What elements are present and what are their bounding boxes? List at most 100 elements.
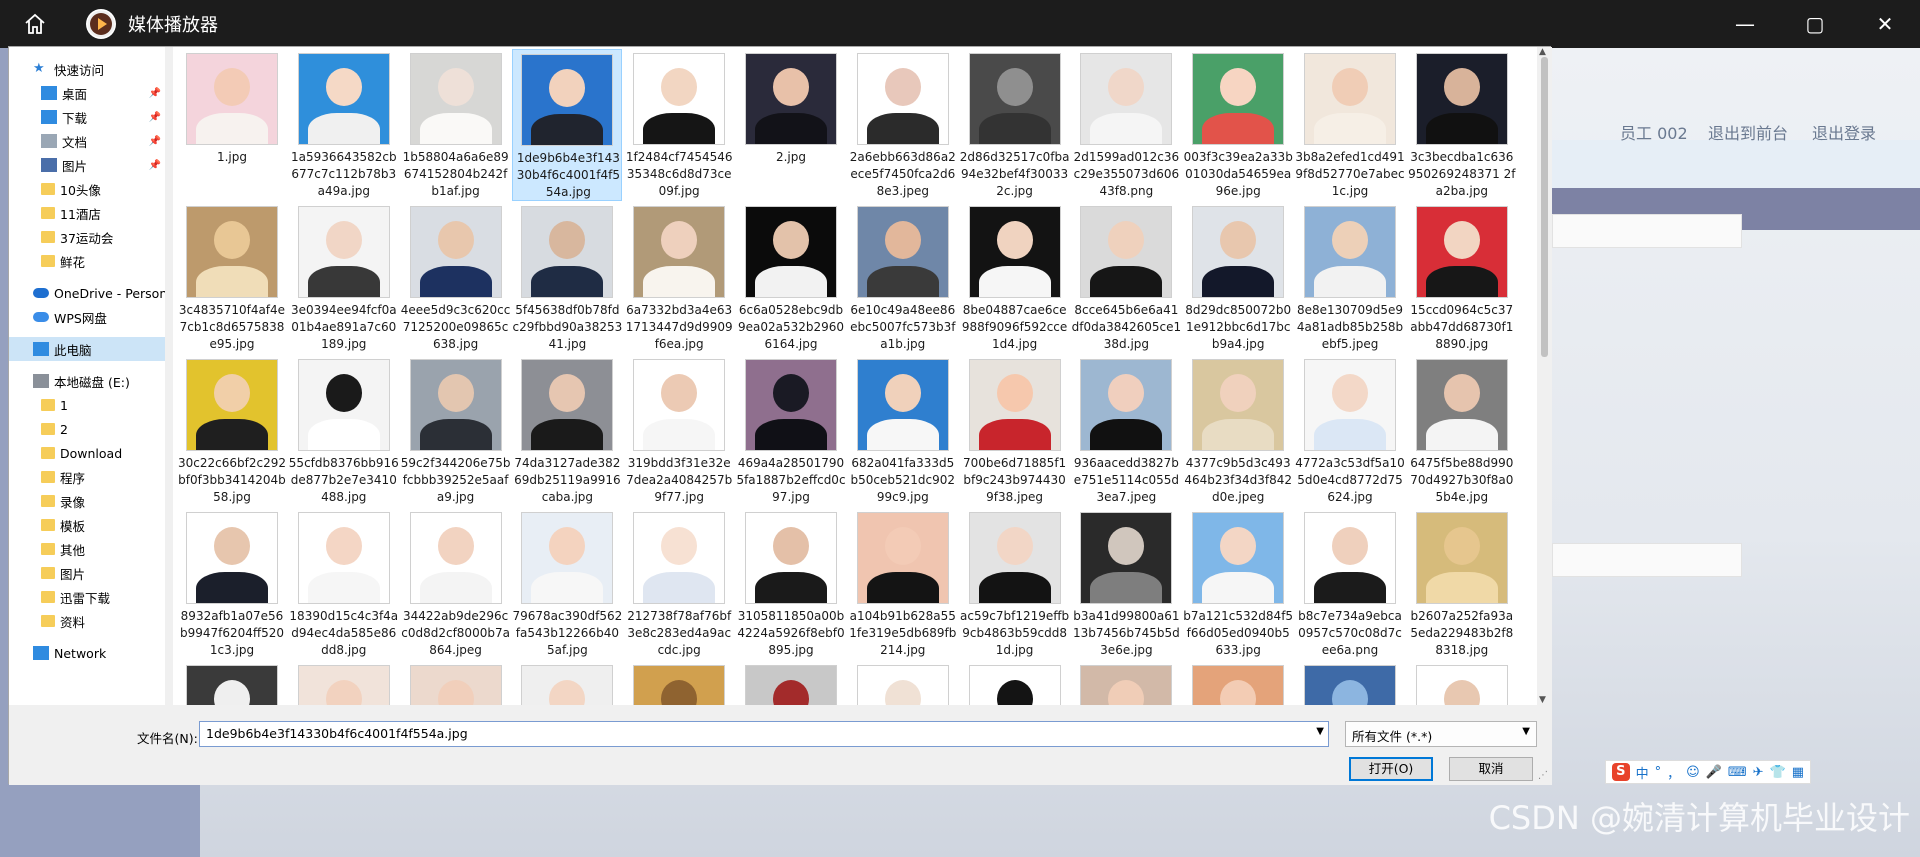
file-tile[interactable]: 8e8e130709d5e94a81adb85b258bebf5.jpeg [1295, 202, 1405, 354]
scroll-down-icon[interactable]: ▼ [1539, 695, 1546, 705]
file-tile[interactable] [401, 661, 511, 705]
file-tile[interactable]: 212738f78af76bf3e8c283ed4a9accdc.jpg [624, 508, 734, 660]
vertical-scrollbar[interactable]: ▲ ▼ [1537, 47, 1552, 705]
open-button[interactable]: 打开(O) [1349, 757, 1433, 781]
file-tile[interactable] [736, 661, 846, 705]
filetype-select[interactable]: 所有文件 (*.*) ▼ [1345, 721, 1537, 747]
ime-comma-icon[interactable]: ， [1667, 763, 1680, 782]
file-tile[interactable] [177, 661, 287, 705]
file-tile[interactable]: 8d29dc850072b01e912bbc6d17bcb9a4.jpg [1183, 202, 1293, 354]
file-tile[interactable]: 3b8a2efed1cd4919f8d52770e7abec1c.jpg [1295, 49, 1405, 201]
file-tile[interactable]: 4eee5d9c3c620cc7125200e09865c638.jpg [401, 202, 511, 354]
pin-icon[interactable]: 📌 [149, 136, 161, 147]
ime-lang-toggle[interactable]: 中 [1636, 763, 1649, 782]
file-tile[interactable]: 682a041fa333d5b50ceb521dc90299c9.jpg [848, 355, 958, 507]
ime-grid-icon[interactable]: ▦ [1792, 765, 1804, 780]
file-tile[interactable]: 3105811850a00b4224a5926f8ebf0895.jpg [736, 508, 846, 660]
file-tile[interactable]: b8c7e734a9ebca0957c570c08d7cee6a.png [1295, 508, 1405, 660]
filename-input[interactable]: 1de9b6b4e3f14330b4f6c4001f4f554a.jpg ▼ [199, 721, 1329, 747]
sidebar-item[interactable]: 图片 📌 [9, 153, 165, 177]
ime-emoji-icon[interactable]: ☺ [1686, 765, 1700, 780]
file-tile[interactable]: 8932afb1a07e56b9947f6204ff5201c3.jpg [177, 508, 287, 660]
ime-keyboard-icon[interactable]: ⌨ [1728, 765, 1747, 780]
file-tile[interactable]: ac59c7bf1219effb9cb4863b59cdd81d.jpg [960, 508, 1070, 660]
file-tile[interactable] [624, 661, 734, 705]
ime-toolbar[interactable]: S 中 ° ， ☺ 🎤 ⌨ ✈ 👕 ▦ [1605, 760, 1811, 784]
back-to-front-link[interactable]: 退出到前台 [1708, 120, 1788, 144]
sidebar-item[interactable]: 本地磁盘 (E:) [9, 369, 165, 393]
ime-punct-icon[interactable]: ° [1655, 765, 1662, 780]
file-tile[interactable] [1071, 661, 1181, 705]
chevron-down-icon[interactable]: ▼ [1522, 726, 1530, 737]
navigation-pane[interactable]: ★ 快速访问 桌面 📌 下载 📌 文档 📌 图片 📌 10头像 11酒店 37运动会 鲜花 OneDrive… [9, 47, 165, 705]
file-tile[interactable]: 3c3becdba1c636950269248371 2fa2ba.jpg [1407, 49, 1517, 201]
cancel-button[interactable]: 取消 [1449, 757, 1533, 781]
file-tile[interactable]: 4772a3c53df5a105d0e4cd8772d75624.jpg [1295, 355, 1405, 507]
file-tile[interactable] [512, 661, 622, 705]
file-tile[interactable] [960, 661, 1070, 705]
sidebar-item[interactable]: Download [9, 441, 165, 465]
file-tile[interactable]: 319bdd3f31e32e7dea2a4084257b9f77.jpg [624, 355, 734, 507]
sidebar-item[interactable]: 模板 [9, 513, 165, 537]
file-tile[interactable]: 6a7332bd3a4e631713447d9d9909f6ea.jpg [624, 202, 734, 354]
file-tile[interactable]: 1b58804a6a6e89674152804b242fb1af.jpg [401, 49, 511, 201]
resize-grip-icon[interactable]: ⋰ [1538, 770, 1548, 781]
sidebar-item[interactable]: Network [9, 641, 165, 665]
sidebar-item[interactable]: 桌面 📌 [9, 81, 165, 105]
sidebar-item[interactable]: 此电脑 [9, 337, 165, 361]
sidebar-item[interactable]: 程序 [9, 465, 165, 489]
file-tile[interactable] [1407, 661, 1517, 705]
sidebar-item[interactable]: 10头像 [9, 177, 165, 201]
file-tile[interactable]: 4377c9b5d3c493464b23f34d3f842d0e.jpeg [1183, 355, 1293, 507]
file-tile[interactable]: 2d1599ad012c36c29e355073d60643f8.png [1071, 49, 1181, 201]
file-tile[interactable]: 59c2f344206e75bfcbbb39252e5aafa9.jpg [401, 355, 511, 507]
close-button[interactable]: ✕ [1850, 0, 1920, 48]
sidebar-item[interactable]: 图片 [9, 561, 165, 585]
pin-icon[interactable]: 📌 [149, 88, 161, 99]
file-tile[interactable]: 55cfdb8376bb916de877b2e7e3410488.jpg [289, 355, 399, 507]
file-tile[interactable]: 2.jpg [736, 49, 846, 201]
sidebar-item[interactable]: 资料 [9, 609, 165, 633]
sidebar-item[interactable]: 其他 [9, 537, 165, 561]
sogou-icon[interactable]: S [1612, 763, 1630, 781]
file-tile[interactable] [289, 661, 399, 705]
file-tile[interactable]: 3e0394ee94fcf0a01b4ae891a7c60189.jpg [289, 202, 399, 354]
file-tile[interactable]: 1de9b6b4e3f14330b4f6c4001f4f554a.jpg [512, 49, 623, 201]
sidebar-item[interactable]: ★ 快速访问 [9, 57, 165, 81]
file-tile[interactable]: 2a6ebb663d86a2ece5f7450fca2d68e3.jpeg [848, 49, 958, 201]
file-tile[interactable]: 15ccd0964c5c37abb47dd68730f18890.jpg [1407, 202, 1517, 354]
file-tile[interactable]: 1.jpg [177, 49, 287, 201]
file-tile[interactable]: 79678ac390df562fa543b12266b405af.jpg [512, 508, 622, 660]
file-tile[interactable]: 34422ab9de296cc0d8d2cf8000b7a864.jpeg [401, 508, 511, 660]
sidebar-item[interactable]: 下载 📌 [9, 105, 165, 129]
sidebar-item[interactable]: 文档 📌 [9, 129, 165, 153]
file-tile[interactable]: 8cce645b6e6a41df0da3842605ce138d.jpg [1071, 202, 1181, 354]
sidebar-item[interactable]: 37运动会 [9, 225, 165, 249]
file-tile[interactable]: 6475f5be88d99070d4927b30f8a05b4e.jpg [1407, 355, 1517, 507]
file-tile[interactable]: 700be6d71885f1bf9c243b9744309f38.jpeg [960, 355, 1070, 507]
maximize-button[interactable]: ▢ [1780, 0, 1850, 48]
file-tile[interactable]: 6e10c49a48ee86ebc5007fc573b3fa1b.jpg [848, 202, 958, 354]
file-tile[interactable]: 6c6a0528ebc9db9ea02a532b29606164.jpg [736, 202, 846, 354]
file-tile[interactable]: 469a4a285017905fa1887b2effcd0c97.jpg [736, 355, 846, 507]
file-tile[interactable]: 3c4835710f4af4e7cb1c8d6575838e95.jpg [177, 202, 287, 354]
sidebar-item[interactable]: 11酒店 [9, 201, 165, 225]
home-button[interactable] [0, 0, 70, 48]
file-tile[interactable]: 18390d15c4c3f4ad94ec4da585e86dd8.jpg [289, 508, 399, 660]
ime-plane-icon[interactable]: ✈ [1753, 765, 1764, 780]
pin-icon[interactable]: 📌 [149, 160, 161, 171]
file-tile[interactable]: 30c22c66bf2c292bf0f3bb3414204b58.jpg [177, 355, 287, 507]
sidebar-item[interactable]: OneDrive - Persona [9, 281, 165, 305]
logout-link[interactable]: 退出登录 [1812, 120, 1876, 144]
file-tile[interactable]: 8be04887cae6ce988f9096f592cce1d4.jpg [960, 202, 1070, 354]
file-tile[interactable]: 936aacedd3827be751e5114c055d3ea7.jpeg [1071, 355, 1181, 507]
file-tile[interactable] [1183, 661, 1293, 705]
sidebar-item[interactable]: WPS网盘 [9, 305, 165, 329]
file-tile[interactable] [1295, 661, 1405, 705]
file-tile[interactable]: 1f2484cf745454635348c6d8d73ce09f.jpg [624, 49, 734, 201]
file-tile[interactable] [848, 661, 958, 705]
sidebar-item[interactable]: 鲜花 [9, 249, 165, 273]
file-tile[interactable]: 2d86d32517c0fba94e32bef4f300332c.jpg [960, 49, 1070, 201]
file-tile[interactable]: 5f45638df0b78fdc29fbbd90a3825341.jpg [512, 202, 622, 354]
ime-skin-icon[interactable]: 👕 [1770, 765, 1786, 780]
